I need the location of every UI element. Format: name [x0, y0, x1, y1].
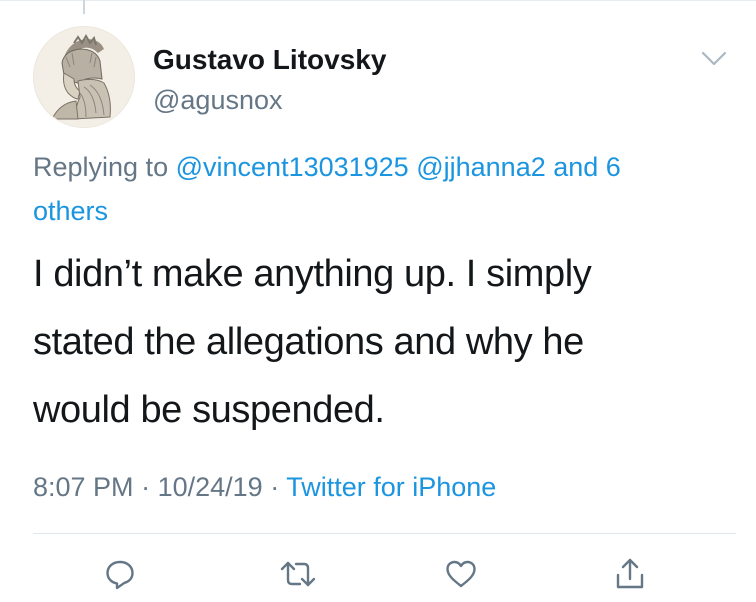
avatar[interactable] [33, 26, 135, 128]
tweet-text-line: stated the allegations and why he [33, 321, 584, 363]
others-text: others [33, 196, 109, 226]
tweet-detail: Gustavo Litovsky @agusnox Replying to @v… [0, 0, 756, 602]
tweet-text-line: would be suspended. [33, 389, 385, 431]
retweet-icon [280, 561, 316, 587]
actions-divider [33, 533, 736, 534]
tweet-text: I didn’t make anything up. I simply stat… [33, 240, 733, 444]
share-icon [616, 558, 644, 589]
like-button[interactable] [443, 556, 479, 592]
chevron-down-icon[interactable] [701, 50, 727, 68]
tweet-date: 10/24/19 [157, 472, 263, 502]
author-handle[interactable]: @agusnox [153, 85, 283, 116]
meta-separator: · [141, 472, 151, 502]
share-button[interactable] [612, 556, 648, 592]
retweet-button[interactable] [276, 556, 320, 592]
tweet-time: 8:07 PM [33, 472, 134, 502]
replying-to-line: Replying to @vincent13031925 @jjhanna2 a… [33, 145, 733, 233]
tweet-text-line: I didn’t make anything up. I simply [33, 253, 592, 295]
reply-button[interactable] [102, 556, 138, 592]
mention-link[interactable]: @jjhanna2 [416, 152, 546, 182]
like-icon [446, 560, 476, 588]
and-others-text: and 6 [553, 152, 621, 182]
top-divider [0, 0, 756, 1]
tweet-metadata: 8:07 PM · 10/24/19 · Twitter for iPhone [33, 472, 496, 503]
medieval-knight-engraving-avatar [34, 27, 134, 127]
tweet-source-link[interactable]: Twitter for iPhone [286, 472, 496, 502]
author-display-name[interactable]: Gustavo Litovsky [153, 44, 386, 76]
thread-connector-line [83, 0, 85, 14]
reply-icon [106, 560, 134, 590]
meta-separator: · [270, 472, 280, 502]
mention-link[interactable]: @vincent13031925 [176, 152, 409, 182]
replying-to-label: Replying to [33, 152, 169, 182]
